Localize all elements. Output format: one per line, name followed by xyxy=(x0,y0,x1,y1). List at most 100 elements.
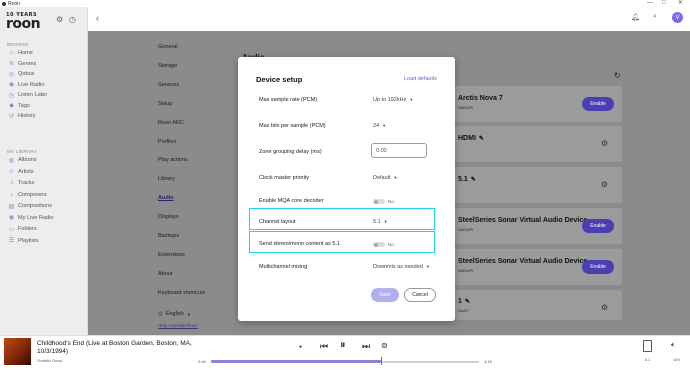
settings-nav-about[interactable]: About xyxy=(158,271,172,277)
settings-nav-displays[interactable]: Displays xyxy=(158,214,179,220)
enable-button[interactable]: Enable xyxy=(582,97,614,111)
zone-grouping-input[interactable]: 0.00 xyxy=(371,143,427,158)
sidebar-item-home[interactable]: ⌂ Home xyxy=(7,48,33,58)
sidebar-item-compositions[interactable]: ▤ Compositions xyxy=(7,201,52,211)
qobuz-icon: ◎ xyxy=(8,71,15,78)
settings-nav-library[interactable]: Library xyxy=(158,176,175,182)
sidebar-item-playlists[interactable]: ☰ Playlists xyxy=(7,236,39,246)
sidebar-item-tracks[interactable]: ♫ Tracks xyxy=(7,178,34,188)
sidebar-item-label: Qobuz xyxy=(18,71,35,77)
settings-nav-extensions[interactable]: Extensions xyxy=(158,252,185,258)
stereo-as-51-toggle[interactable] xyxy=(373,242,385,247)
sidebar: 10 YEARS roon ⚙ ◷ BROWSE ⌂ Home ≋ Genres ◎ Qo… xyxy=(0,7,88,335)
zone-label[interactable]: 5.1 xyxy=(645,357,651,362)
max-sample-rate-dropdown[interactable]: Up to 192kHz ▼ xyxy=(373,97,413,103)
avatar[interactable]: V xyxy=(672,12,683,23)
max-bits-dropdown[interactable]: 24 ▼ xyxy=(373,123,386,129)
multichannel-dropdown[interactable]: Downmix as needed ▼ xyxy=(373,264,430,270)
genres-icon: ≋ xyxy=(8,61,15,67)
edit-pencil-icon[interactable]: ✎ xyxy=(465,299,470,305)
back-arrow-icon[interactable]: ‹ xyxy=(96,13,99,23)
maximize-button[interactable]: □ xyxy=(662,0,666,7)
settings-nav-services[interactable]: Services xyxy=(158,82,179,88)
close-window-button[interactable]: ✕ xyxy=(678,0,683,7)
seek-bar-cursor[interactable] xyxy=(380,357,382,365)
radio-icon[interactable]: ⊚ xyxy=(381,341,388,350)
max-sample-rate-label: Max sample rate (PCM) xyxy=(259,97,318,103)
device-settings-gear-icon[interactable]: ⚙ xyxy=(601,303,608,312)
mqa-toggle[interactable] xyxy=(373,199,385,204)
cancel-button[interactable]: Cancel xyxy=(404,288,436,302)
settings-nav-play-actions[interactable]: Play actions xyxy=(158,157,188,163)
sidebar-item-folders[interactable]: ▭ Folders xyxy=(7,224,37,234)
enable-button[interactable]: Enable xyxy=(582,219,614,233)
settings-nav-setup[interactable]: Setup xyxy=(158,101,172,107)
volume-icon[interactable]: 🔈︎ xyxy=(671,340,676,350)
sidebar-item-my-live-radio[interactable]: ◉ My Live Radio xyxy=(7,213,54,223)
device-name: SteelSeries Sonar Virtual Audio Device xyxy=(458,217,588,224)
settings-nav-profiles[interactable]: Profiles xyxy=(158,139,176,145)
device-protocol: WASAPI xyxy=(458,268,474,273)
sidebar-item-label: Compositions xyxy=(18,203,52,209)
sidebar-item-artists[interactable]: ☺ Artists xyxy=(7,167,33,177)
sidebar-item-label: Playlists xyxy=(18,237,39,244)
now-playing-title[interactable]: Childhood's End (Live at Boston Garden, … xyxy=(37,340,197,356)
minimize-button[interactable]: — xyxy=(647,0,653,7)
seek-bar[interactable] xyxy=(211,357,479,365)
settings-nav-roon-arc[interactable]: Roon ARC xyxy=(158,120,184,126)
logo-wordmark: roon xyxy=(6,16,41,32)
save-button[interactable]: Save xyxy=(371,288,399,302)
settings-nav-audio[interactable]: Audio xyxy=(158,195,174,201)
sidebar-item-label: Albums xyxy=(18,157,37,163)
bell-icon[interactable]: 🔔︎ xyxy=(631,13,640,21)
sidebar-item-history[interactable]: ↺ History xyxy=(7,111,35,121)
previous-track-icon[interactable]: ⏮︎ xyxy=(320,341,328,352)
sidebar-item-albums[interactable]: ◍ Albums xyxy=(7,155,37,165)
album-icon: ◍ xyxy=(8,157,15,164)
tag-icon: ◆ xyxy=(9,103,14,109)
volume-level[interactable]: 100 xyxy=(673,357,680,362)
app-icon xyxy=(2,1,6,6)
my-radio-icon: ◉ xyxy=(8,215,15,221)
sidebar-item-label: Composers xyxy=(18,191,47,198)
sidebar-item-label: Home xyxy=(18,50,33,56)
search-icon[interactable]: ⌕ xyxy=(653,13,657,21)
home-icon: ⌂ xyxy=(9,50,14,56)
sidebar-item-composers[interactable]: ♪ Composers xyxy=(7,190,47,200)
sidebar-item-tags[interactable]: ◆ Tags xyxy=(7,101,30,111)
seek-bar-remaining xyxy=(380,360,479,363)
sidebar-item-label: Live Radio xyxy=(18,81,45,88)
settings-nav-storage[interactable]: Storage xyxy=(158,63,177,69)
sidebar-item-listen-later[interactable]: ◷ Listen Later xyxy=(7,90,47,100)
sidebar-item-qobuz[interactable]: ◎ Qobuz xyxy=(7,69,35,79)
zone-speaker-icon[interactable] xyxy=(643,340,652,352)
settings-nav-backups[interactable]: Backups xyxy=(158,233,179,239)
history-clock-icon[interactable]: ◷ xyxy=(69,15,76,24)
sidebar-item-genres[interactable]: ≋ Genres xyxy=(7,59,36,69)
settings-nav-keyboard-shortcuts[interactable]: Keyboard shortcuts xyxy=(158,290,205,296)
device-settings-gear-icon[interactable]: ⚙ xyxy=(601,139,608,148)
help-translate-link[interactable]: Help translate Roon xyxy=(158,323,198,328)
sidebar-item-label: Tags xyxy=(18,102,30,109)
settings-gear-icon[interactable]: ⚙ xyxy=(56,15,63,24)
pause-icon[interactable]: ⏸︎ xyxy=(340,339,346,352)
channel-layout-dropdown[interactable]: 5.1 ▼ xyxy=(373,219,388,225)
stop-icon[interactable]: ● xyxy=(299,344,302,350)
edit-pencil-icon[interactable]: ✎ xyxy=(479,136,484,142)
chevron-down-icon: ▼ xyxy=(382,123,387,128)
clock-master-dropdown[interactable]: Default ▼ xyxy=(373,175,397,181)
roon-logo[interactable]: 10 YEARS roon xyxy=(6,13,41,32)
edit-pencil-icon[interactable]: ✎ xyxy=(471,177,476,183)
refresh-icon[interactable]: ↻ xyxy=(614,71,621,80)
sidebar-item-live-radio[interactable]: ◉ Live Radio xyxy=(7,80,45,90)
album-art[interactable] xyxy=(4,338,31,365)
enable-button[interactable]: Enable xyxy=(582,260,614,274)
load-defaults-link[interactable]: Load defaults xyxy=(404,76,437,82)
now-playing-artist[interactable]: Grateful Dead xyxy=(37,358,62,363)
settings-nav-general[interactable]: General xyxy=(158,44,178,50)
max-bits-label: Max bits per sample (PCM) xyxy=(259,123,326,129)
device-card: HDMI ✎ ⚙ xyxy=(454,126,622,162)
language-select[interactable]: ◎ English ▼ xyxy=(158,311,191,317)
next-track-icon[interactable]: ⏭︎ xyxy=(362,341,370,352)
device-settings-gear-icon[interactable]: ⚙ xyxy=(601,180,608,189)
